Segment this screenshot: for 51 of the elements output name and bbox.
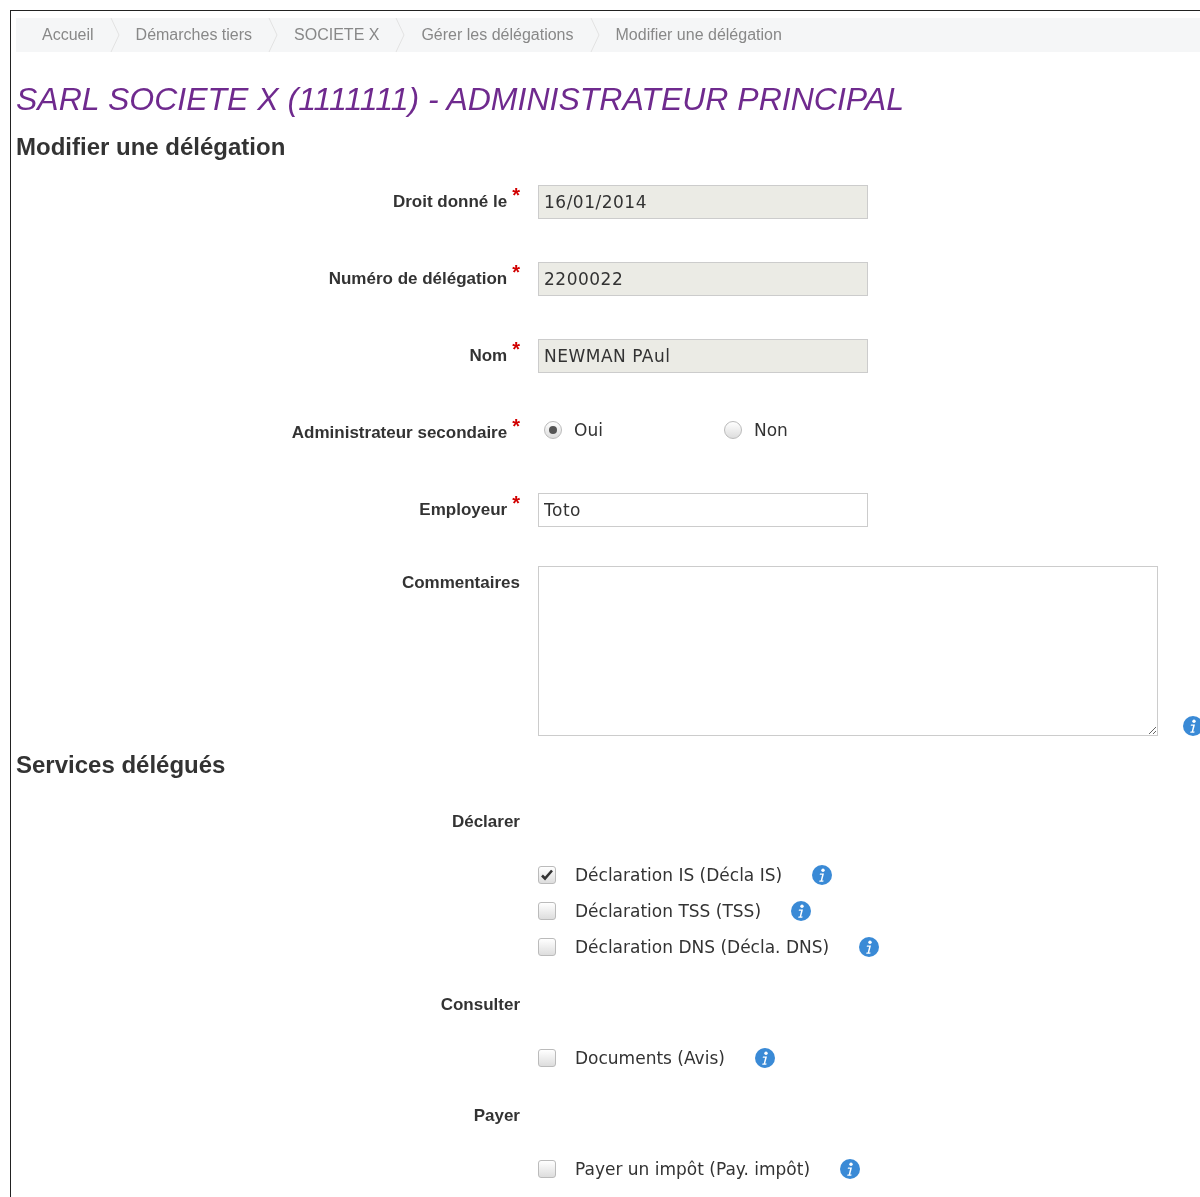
- checkbox-label: Déclaration IS (Décla IS): [575, 865, 783, 885]
- text-field[interactable]: 2200022: [538, 262, 868, 296]
- group-label: Consulter: [439, 994, 520, 1016]
- required-mark: *: [512, 185, 520, 205]
- field-label: Nom: [469, 345, 508, 367]
- separator-icon: [589, 18, 600, 52]
- info-icon[interactable]: [791, 901, 811, 921]
- breadcrumb-link[interactable]: Gérer les délégations: [405, 18, 590, 52]
- required-mark: *: [512, 262, 520, 282]
- breadcrumb-link[interactable]: Démarches tiers: [119, 18, 269, 52]
- info-icon[interactable]: [859, 937, 880, 957]
- required-mark: *: [512, 416, 520, 436]
- checkbox-label: Payer un impôt (Pay. impôt): [575, 1159, 811, 1179]
- checkbox-label: Déclaration TSS (TSS): [575, 901, 761, 921]
- radio-button[interactable]: [724, 421, 742, 439]
- checkbox[interactable]: [538, 1160, 556, 1178]
- breadcrumb-link[interactable]: SOCIETE X: [278, 18, 396, 52]
- field-label: Numéro de délégation: [328, 268, 508, 290]
- section-heading: Services délégués: [16, 750, 227, 780]
- field-label: Commentaires: [401, 572, 520, 594]
- comment-field[interactable]: [538, 566, 1158, 736]
- checkbox-label: Documents (Avis): [575, 1048, 725, 1068]
- separator-icon: [395, 18, 406, 52]
- separator-icon: [268, 18, 279, 52]
- checkbox[interactable]: [538, 938, 556, 956]
- form-title: Modifier une délégation: [16, 132, 287, 162]
- checkbox[interactable]: [538, 866, 556, 884]
- info-icon[interactable]: [812, 865, 833, 885]
- group-label: Déclarer: [450, 811, 520, 833]
- breadcrumb-link[interactable]: Modifier une délégation: [599, 18, 798, 52]
- info-icon[interactable]: [1183, 716, 1200, 736]
- text-field[interactable]: Toto: [538, 493, 868, 527]
- field-label: Droit donné le: [392, 191, 508, 213]
- radio-label: Non: [754, 420, 788, 440]
- checkbox[interactable]: [538, 1049, 556, 1067]
- checkbox-label: Déclaration DNS (Décla. DNS): [575, 937, 830, 957]
- text-field[interactable]: 16/01/2014: [538, 185, 868, 219]
- info-icon[interactable]: [754, 1048, 775, 1068]
- required-mark: *: [512, 493, 520, 513]
- checkbox[interactable]: [538, 902, 556, 920]
- radio-button[interactable]: [544, 421, 562, 439]
- radio-label: Oui: [574, 420, 603, 440]
- group-label: Payer: [472, 1105, 520, 1127]
- field-label: Employeur: [419, 499, 508, 521]
- text-field[interactable]: NEWMAN PAul: [538, 339, 868, 373]
- info-icon[interactable]: [840, 1159, 861, 1179]
- breadcrumb-link[interactable]: Accueil: [26, 18, 110, 52]
- page-title: SARL SOCIETE X (1111111) - ADMINISTRATEUR PRINCIPAL: [16, 80, 905, 118]
- field-label: Administrateur secondaire: [291, 422, 508, 444]
- required-mark: *: [512, 339, 520, 359]
- separator-icon: [109, 18, 120, 52]
